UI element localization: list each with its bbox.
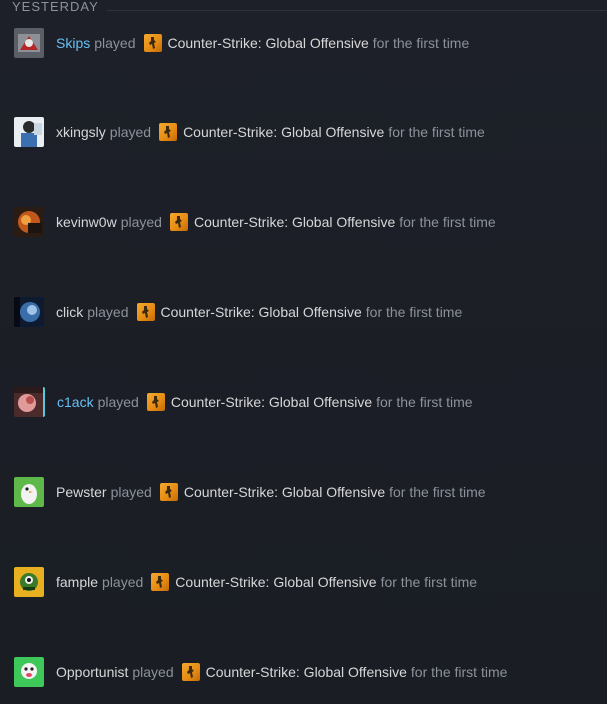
first-time-text: for the first time <box>410 664 508 680</box>
game-link[interactable]: Counter-Strike: Global Offensive <box>175 574 376 590</box>
username-link[interactable]: Skips <box>56 35 90 51</box>
username-link[interactable]: click <box>56 304 83 320</box>
avatar[interactable] <box>14 387 45 417</box>
played-text: played <box>87 304 129 320</box>
avatar[interactable] <box>14 657 44 687</box>
username-link[interactable]: xkingsly <box>56 124 106 140</box>
first-time-text: for the first time <box>376 394 473 410</box>
csgo-game-icon[interactable] <box>169 213 188 231</box>
csgo-game-icon[interactable] <box>136 303 155 321</box>
first-time-text: for the first time <box>380 574 478 590</box>
avatar[interactable] <box>14 28 44 58</box>
activity-entry: click played Counter-Strike: Global Offe… <box>14 296 462 328</box>
game-link[interactable]: Counter-Strike: Global Offensive <box>183 124 384 140</box>
activity-feed: YESTERDAY Skips played Counter-Strike: G… <box>0 0 607 704</box>
game-link[interactable]: Counter-Strike: Global Offensive <box>168 35 369 51</box>
played-text: played <box>132 664 174 680</box>
avatar[interactable] <box>14 567 44 597</box>
activity-entry: c1ack played Counter-Strike: Global Offe… <box>14 386 473 418</box>
activity-entry: kevinw0w played Counter-Strike: Global O… <box>14 206 496 238</box>
divider-line <box>106 9 607 11</box>
username-link[interactable]: Opportunist <box>56 664 128 680</box>
played-text: played <box>97 394 139 410</box>
first-time-text: for the first time <box>388 124 485 140</box>
username-link[interactable]: fample <box>56 574 98 590</box>
game-link[interactable]: Counter-Strike: Global Offensive <box>206 664 407 680</box>
avatar[interactable] <box>14 297 44 327</box>
played-text: played <box>102 574 144 590</box>
avatar[interactable] <box>14 207 44 237</box>
username-link[interactable]: Pewster <box>56 484 107 500</box>
day-divider: YESTERDAY <box>12 0 607 14</box>
first-time-text: for the first time <box>399 214 496 230</box>
csgo-game-icon[interactable] <box>159 123 178 141</box>
avatar[interactable] <box>14 477 44 507</box>
avatar[interactable] <box>14 117 44 147</box>
game-link[interactable]: Counter-Strike: Global Offensive <box>171 394 372 410</box>
first-time-text: for the first time <box>365 304 463 320</box>
username-link[interactable]: kevinw0w <box>56 214 117 230</box>
csgo-game-icon[interactable] <box>159 483 178 501</box>
csgo-game-icon[interactable] <box>151 573 170 591</box>
csgo-game-icon[interactable] <box>143 34 162 52</box>
played-text: played <box>120 214 162 230</box>
first-time-text: for the first time <box>372 35 470 51</box>
activity-entry: Pewster played Counter-Strike: Global Of… <box>14 476 486 508</box>
activity-entry: fample played Counter-Strike: Global Off… <box>14 566 477 598</box>
day-label: YESTERDAY <box>12 0 99 14</box>
game-link[interactable]: Counter-Strike: Global Offensive <box>184 484 385 500</box>
played-text: played <box>109 124 152 140</box>
game-link[interactable]: Counter-Strike: Global Offensive <box>194 214 395 230</box>
activity-entry: Opportunist played Counter-Strike: Globa… <box>14 656 507 688</box>
activity-entry: xkingsly played Counter-Strike: Global O… <box>14 116 485 148</box>
activity-entry: Skips played Counter-Strike: Global Offe… <box>14 27 469 59</box>
played-text: played <box>94 35 136 51</box>
played-text: played <box>110 484 152 500</box>
game-link[interactable]: Counter-Strike: Global Offensive <box>161 304 362 320</box>
username-link[interactable]: c1ack <box>57 394 94 410</box>
csgo-game-icon[interactable] <box>146 393 165 411</box>
first-time-text: for the first time <box>389 484 486 500</box>
csgo-game-icon[interactable] <box>181 663 200 681</box>
